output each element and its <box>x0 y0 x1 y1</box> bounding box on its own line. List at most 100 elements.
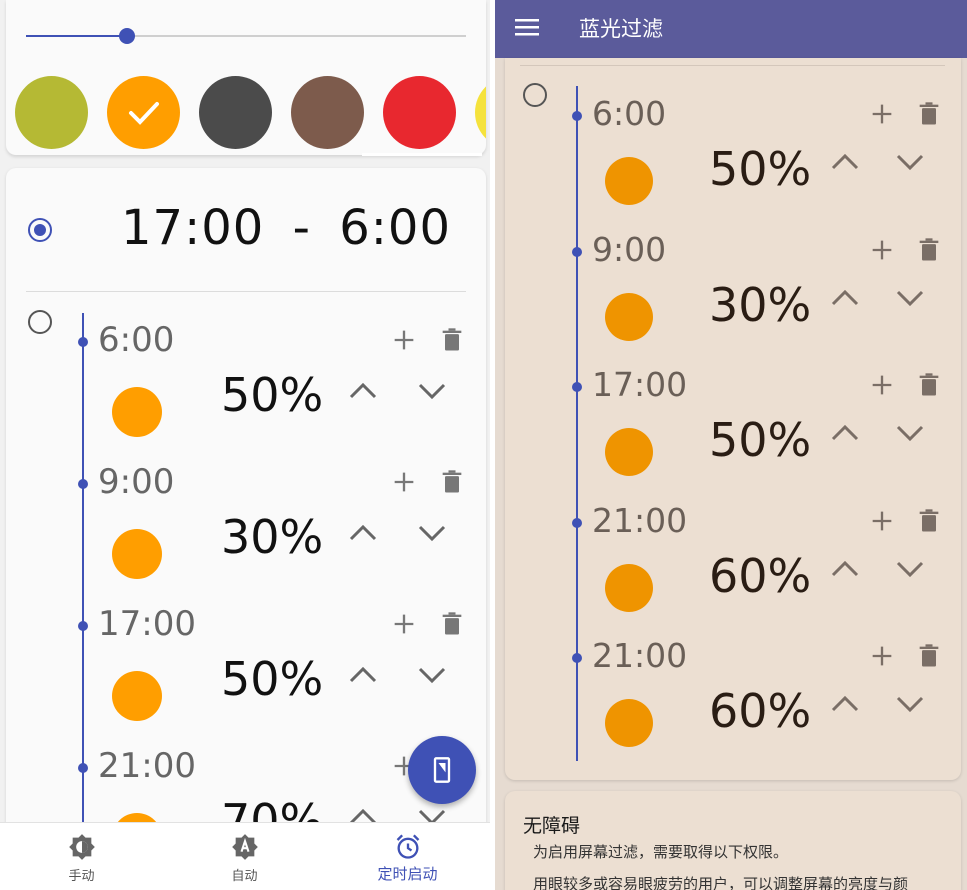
time-range[interactable]: 17:00 - 6:00 <box>121 200 451 256</box>
intensity-percent: 50% <box>709 413 812 467</box>
chevron-down-icon[interactable] <box>414 373 450 409</box>
check-icon <box>129 102 159 125</box>
schedule-time[interactable]: 17:00 <box>592 365 687 404</box>
schedule-time[interactable]: 21:00 <box>592 501 687 540</box>
nav-manual[interactable]: 手动 <box>0 823 163 890</box>
schedule-time[interactable]: 17:00 <box>98 604 196 644</box>
timeline-dot <box>572 517 582 528</box>
chevron-up-icon[interactable] <box>827 415 863 451</box>
sun-icon <box>112 387 162 437</box>
intensity-slider[interactable] <box>26 28 466 44</box>
color-picker-card <box>6 0 486 155</box>
alarm-clock-icon <box>396 834 420 859</box>
delete-icon[interactable] <box>915 642 943 670</box>
delete-icon[interactable] <box>438 326 466 354</box>
slider-fill <box>26 35 128 37</box>
add-icon[interactable] <box>868 100 896 128</box>
timeline-dot <box>78 337 88 347</box>
chevron-up-icon[interactable] <box>345 657 381 693</box>
color-swatch[interactable] <box>15 76 88 149</box>
sun-icon <box>605 292 653 341</box>
divider <box>26 291 466 292</box>
chevron-down-icon[interactable] <box>892 686 928 722</box>
accessibility-description: 为启用屏幕过滤，需要取得以下权限。 <box>533 843 789 861</box>
schedule-radio[interactable] <box>523 83 547 107</box>
chevron-down-icon[interactable] <box>414 657 450 693</box>
auto-brightness-icon <box>232 834 258 860</box>
chevron-down-icon[interactable] <box>892 415 928 451</box>
intensity-percent: 30% <box>709 277 812 332</box>
accessibility-description: 用眼较多或容易眼疲劳的用户，可以调整屏幕的亮度与颜 <box>533 875 909 890</box>
add-icon[interactable] <box>868 236 896 264</box>
add-icon[interactable] <box>868 507 896 535</box>
slider-thumb[interactable] <box>119 28 136 44</box>
color-swatch[interactable] <box>475 76 486 149</box>
timeline-dot <box>572 246 582 257</box>
intensity-percent: 60% <box>709 684 812 738</box>
chevron-down-icon[interactable] <box>892 280 928 316</box>
color-swatch[interactable] <box>107 76 180 149</box>
sun-icon <box>605 157 653 205</box>
intensity-percent: 50% <box>221 652 324 706</box>
timeline-dot <box>572 382 582 392</box>
phone-screen-icon <box>433 757 451 783</box>
chevron-up-icon[interactable] <box>345 515 381 551</box>
chevron-up-icon[interactable] <box>827 686 863 722</box>
bottom-navigation: 手动 自动 定时启动 <box>0 822 490 890</box>
menu-icon[interactable] <box>515 17 541 39</box>
schedule-time[interactable]: 9:00 <box>592 230 666 269</box>
delete-icon[interactable] <box>438 610 466 638</box>
app-title: 蓝光过滤 <box>579 17 663 41</box>
schedule-time[interactable]: 9:00 <box>98 462 174 502</box>
timeline-dot <box>78 621 88 631</box>
schedule-time[interactable]: 21:00 <box>98 746 196 786</box>
delete-icon[interactable] <box>915 507 943 535</box>
brightness-icon <box>69 834 95 860</box>
schedule-time[interactable]: 21:00 <box>592 636 687 675</box>
nav-schedule[interactable]: 定时启动 <box>326 823 489 890</box>
color-swatch[interactable] <box>291 76 364 149</box>
chevron-up-icon[interactable] <box>827 551 863 587</box>
range-radio-selected[interactable] <box>28 218 52 242</box>
schedule-time[interactable]: 6:00 <box>98 320 174 360</box>
delete-icon[interactable] <box>915 371 943 399</box>
color-swatch[interactable] <box>199 76 272 149</box>
right-screen: 蓝光过滤 6:00 50% 9:00 30% 17:00 50% 21:00 60% 21:00… <box>495 0 967 890</box>
color-swatch[interactable] <box>383 76 456 149</box>
chevron-up-icon[interactable] <box>827 280 863 316</box>
timeline-dot <box>78 763 88 773</box>
chevron-down-icon[interactable] <box>892 551 928 587</box>
add-icon[interactable] <box>390 610 418 638</box>
add-icon[interactable] <box>868 371 896 399</box>
intensity-percent: 60% <box>709 548 812 603</box>
add-icon[interactable] <box>390 326 418 354</box>
fab-button[interactable] <box>408 736 476 804</box>
add-icon[interactable] <box>868 642 896 670</box>
nav-label: 定时启动 <box>377 865 438 883</box>
chevron-down-icon[interactable] <box>414 515 450 551</box>
delete-icon[interactable] <box>915 236 943 264</box>
timeline-dot <box>572 653 582 663</box>
accessibility-title: 无障碍 <box>523 815 581 837</box>
intensity-percent: 50% <box>221 368 324 422</box>
timeline-line <box>82 313 84 890</box>
add-icon[interactable] <box>390 468 418 496</box>
schedule-radio[interactable] <box>28 310 52 334</box>
delete-icon[interactable] <box>915 100 943 128</box>
schedule-time[interactable]: 6:00 <box>592 94 666 133</box>
chevron-up-icon[interactable] <box>827 144 863 180</box>
range-separator: - <box>292 200 311 256</box>
accessibility-card: 无障碍 为启用屏幕过滤，需要取得以下权限。 用眼较多或容易眼疲劳的用户，可以调整… <box>505 791 961 890</box>
range-end: 6:00 <box>339 200 451 256</box>
sun-icon <box>605 563 653 612</box>
divider <box>520 65 945 66</box>
chevron-up-icon[interactable] <box>345 373 381 409</box>
intensity-percent: 30% <box>221 510 324 564</box>
schedule-card: 6:00 50% 9:00 30% 17:00 50% 21:00 60% 21:00 60% <box>505 58 961 780</box>
delete-icon[interactable] <box>438 468 466 496</box>
timeline-dot <box>78 479 88 489</box>
sun-icon <box>112 671 162 721</box>
chevron-down-icon[interactable] <box>892 144 928 180</box>
nav-label: 自动 <box>231 869 258 884</box>
nav-auto[interactable]: 自动 <box>163 823 326 890</box>
